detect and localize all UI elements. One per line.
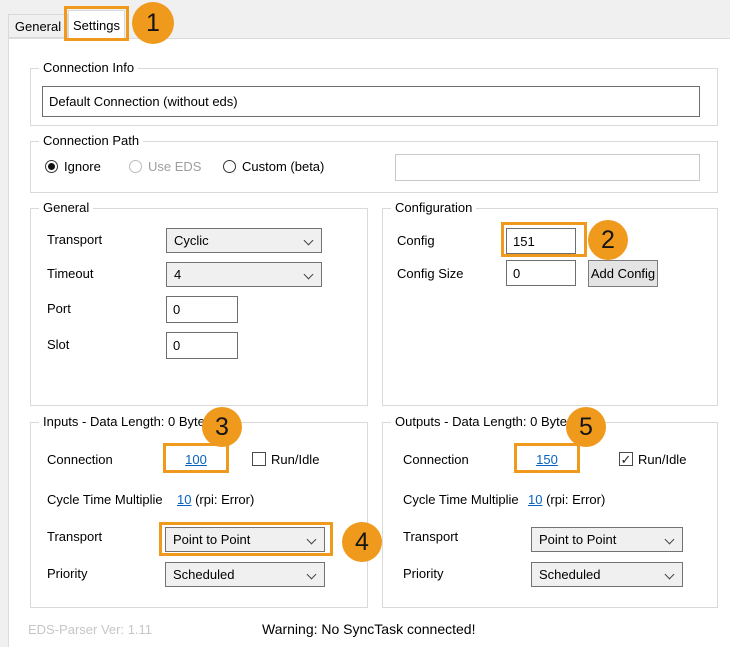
annotation-circle-2: 2 <box>588 220 628 260</box>
general-transport-select[interactable]: Cyclic <box>166 228 322 253</box>
inputs-priority-value: Scheduled <box>173 567 234 582</box>
annotation-circle-3: 3 <box>202 407 242 447</box>
config-label: Config <box>397 233 435 248</box>
warning-text: Warning: No SyncTask connected! <box>262 621 475 637</box>
inputs-rpi-link[interactable]: 10 <box>177 492 191 507</box>
port-input[interactable]: 0 <box>166 296 238 323</box>
inputs-cycle-row: 10 (rpi: Error) <box>177 492 254 507</box>
connection-info-title: Connection Info <box>39 60 138 75</box>
outputs-transport-select[interactable]: Point to Point <box>531 527 683 552</box>
config-size-value: 0 <box>513 266 520 281</box>
outputs-cycle-label: Cycle Time Multiplie <box>403 492 519 507</box>
outputs-priority-value: Scheduled <box>539 567 600 582</box>
general-transport-value: Cyclic <box>174 233 209 248</box>
outputs-priority-select[interactable]: Scheduled <box>531 562 683 587</box>
radio-use-eds <box>129 160 142 173</box>
connection-path-title: Connection Path <box>39 133 143 148</box>
connection-info-value: Default Connection (without eds) <box>49 94 238 109</box>
inputs-run-idle-label: Run/Idle <box>271 452 319 467</box>
slot-input[interactable]: 0 <box>166 332 238 359</box>
config-size-input[interactable]: 0 <box>506 260 576 286</box>
annotation-rect-inputs-connection <box>163 443 229 473</box>
configuration-group-title: Configuration <box>391 200 476 215</box>
chevron-down-icon <box>665 535 675 545</box>
config-size-label: Config Size <box>397 266 463 281</box>
annotation-rect-settings-tab <box>64 6 129 41</box>
timeout-value: 4 <box>174 267 181 282</box>
slot-label: Slot <box>47 337 69 352</box>
inputs-cycle-label: Cycle Time Multiplie <box>47 492 163 507</box>
outputs-priority-label: Priority <box>403 566 443 581</box>
outputs-cycle-row: 10 (rpi: Error) <box>528 492 605 507</box>
inputs-priority-select[interactable]: Scheduled <box>165 562 325 587</box>
radio-ignore[interactable] <box>45 160 58 173</box>
timeout-select[interactable]: 4 <box>166 262 322 287</box>
slot-value: 0 <box>173 338 180 353</box>
outputs-run-idle-label: Run/Idle <box>638 452 686 467</box>
annotation-rect-config <box>501 222 587 257</box>
tab-general-label: General <box>15 19 61 34</box>
radio-use-eds-label: Use EDS <box>148 159 201 174</box>
port-value: 0 <box>173 302 180 317</box>
radio-ignore-label: Ignore <box>64 159 101 174</box>
inputs-group-title: Inputs - Data Length: 0 Bytes <box>39 414 215 429</box>
chevron-down-icon <box>304 270 314 280</box>
outputs-run-idle-checkbox[interactable]: ✓ <box>619 452 633 466</box>
outputs-group-title: Outputs - Data Length: 0 Bytes <box>391 414 578 429</box>
version-text: EDS-Parser Ver: 1.11 <box>28 622 152 637</box>
inputs-transport-label: Transport <box>47 529 102 544</box>
inputs-priority-label: Priority <box>47 566 87 581</box>
annotation-rect-inputs-transport <box>159 522 333 556</box>
outputs-transport-value: Point to Point <box>539 532 616 547</box>
connection-path-input[interactable] <box>395 154 700 181</box>
inputs-connection-label: Connection <box>47 452 113 467</box>
radio-custom-label: Custom (beta) <box>242 159 324 174</box>
annotation-circle-4: 4 <box>342 522 382 562</box>
general-group-title: General <box>39 200 93 215</box>
outputs-transport-label: Transport <box>403 529 458 544</box>
connection-info-input[interactable]: Default Connection (without eds) <box>42 86 700 117</box>
inputs-run-idle-checkbox[interactable] <box>252 452 266 466</box>
transport-label: Transport <box>47 232 102 247</box>
add-config-button-label: Add Config <box>591 266 655 281</box>
annotation-rect-outputs-connection <box>514 443 580 473</box>
annotation-circle-5: 5 <box>566 407 606 447</box>
port-label: Port <box>47 301 71 316</box>
chevron-down-icon <box>665 570 675 580</box>
timeout-label: Timeout <box>47 266 93 281</box>
outputs-rpi-text: (rpi: Error) <box>546 492 605 507</box>
chevron-down-icon <box>304 236 314 246</box>
tab-general[interactable]: General <box>8 14 68 38</box>
inputs-rpi-text: (rpi: Error) <box>195 492 254 507</box>
annotation-circle-1: 1 <box>132 2 174 44</box>
radio-custom[interactable] <box>223 160 236 173</box>
chevron-down-icon <box>307 570 317 580</box>
outputs-connection-label: Connection <box>403 452 469 467</box>
outputs-rpi-link[interactable]: 10 <box>528 492 542 507</box>
add-config-button[interactable]: Add Config <box>588 260 658 287</box>
